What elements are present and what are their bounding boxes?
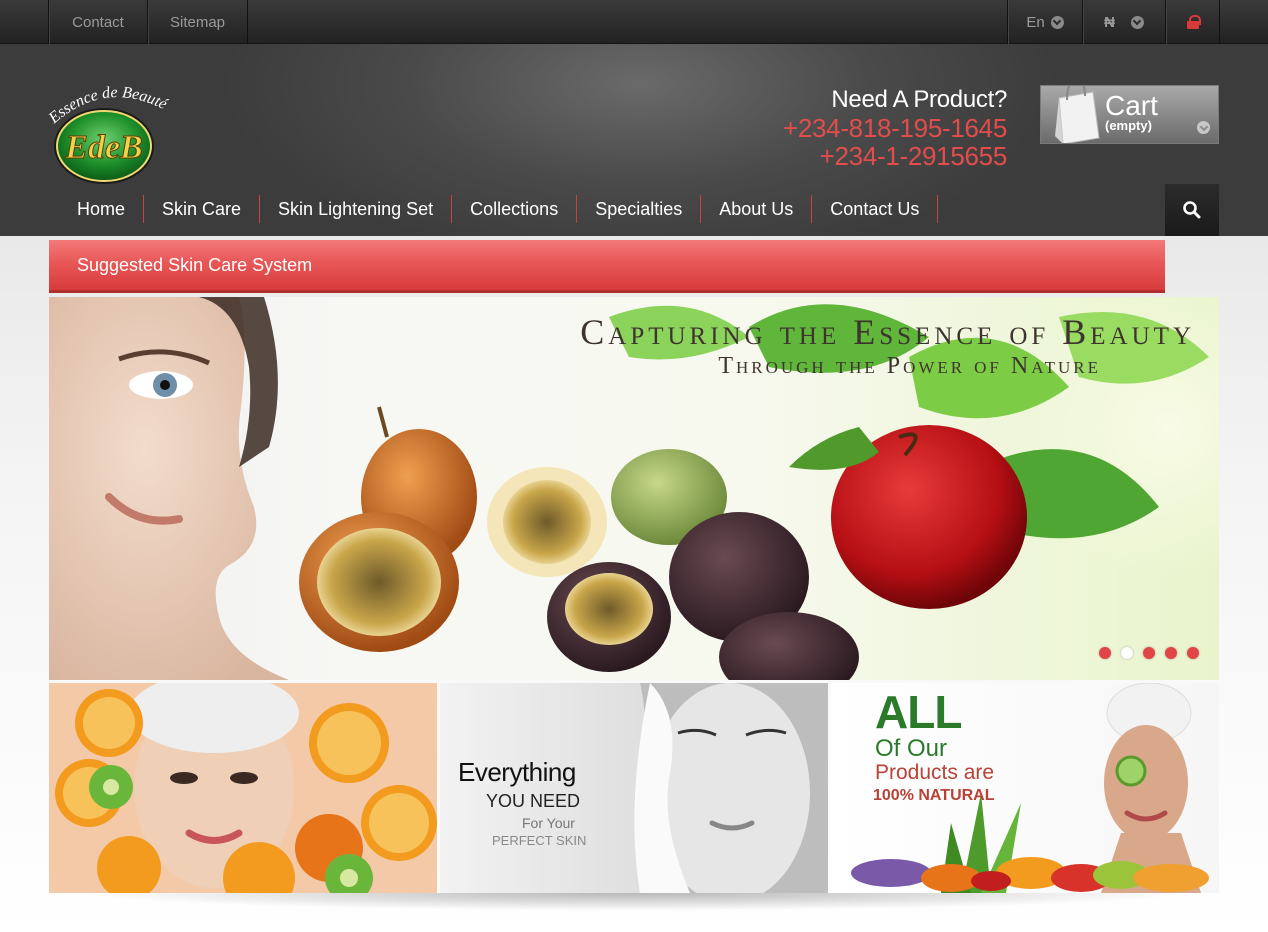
nav-item-contact-us[interactable]: Contact Us: [812, 195, 939, 223]
logo-monogram: EdeB: [64, 129, 142, 166]
cart-button[interactable]: Cart (empty): [1040, 85, 1219, 144]
slider-pagination: [1099, 647, 1199, 659]
slider-dot-3[interactable]: [1143, 647, 1155, 659]
hero-slider[interactable]: Capturing the Essence of Beauty Through …: [49, 297, 1219, 680]
fruit-mask-image: [49, 683, 437, 893]
tiles-shadow: [80, 893, 1188, 911]
tile-text-natural: 100% NATURAL: [873, 787, 995, 804]
nav-item-skin-lightening-set[interactable]: Skin Lightening Set: [260, 195, 453, 223]
face-portrait-image: [634, 683, 828, 893]
top-link-contact[interactable]: Contact: [48, 0, 147, 44]
tile-text-everything: Everything: [458, 757, 576, 787]
slider-dot-4[interactable]: [1165, 647, 1177, 659]
language-selector[interactable]: En: [1007, 0, 1082, 44]
slider-dot-5[interactable]: [1187, 647, 1199, 659]
nav-item-home[interactable]: Home: [48, 195, 145, 223]
top-utility-bar: Contact Sitemap En ₦: [0, 0, 1268, 44]
nav-item-collections[interactable]: Collections: [452, 195, 578, 223]
contact-block: Need A Product? +234-818-195-1645 +234-1…: [783, 86, 1007, 170]
nav-item-skin-care[interactable]: Skin Care: [144, 195, 261, 223]
chevron-down-icon: [1130, 15, 1144, 29]
shopping-bag-icon: [1055, 86, 1100, 143]
search-icon: [1183, 201, 1201, 219]
chevron-down-icon: [1197, 121, 1210, 134]
slider-dot-2[interactable]: [1121, 647, 1133, 659]
promo-tiles: Everything YOU NEED For Your PERFECT SKI…: [49, 683, 1219, 893]
site-logo[interactable]: Essence de Beauté EdeB: [48, 84, 178, 188]
phone-number-2[interactable]: +234-1-2915655: [783, 142, 1008, 170]
tile-text-for-your: For Your: [522, 815, 575, 831]
cart-status: (empty): [1105, 118, 1152, 133]
tile-text-all: ALL: [875, 686, 962, 738]
search-button[interactable]: [1165, 184, 1219, 236]
promo-tile-fruit-mask[interactable]: [49, 683, 437, 893]
currency-selector[interactable]: ₦: [1082, 0, 1165, 44]
chevron-down-icon: [1050, 15, 1064, 29]
currency-value: ₦: [1104, 13, 1115, 31]
nav-item-about-us[interactable]: About Us: [701, 195, 813, 223]
top-link-sitemap[interactable]: Sitemap: [147, 0, 248, 44]
tile-text-of-our: Of Our: [875, 735, 948, 762]
phone-number-1[interactable]: +234-818-195-1645: [783, 114, 1007, 142]
need-product-heading: Need A Product?: [831, 86, 1007, 113]
tile-text-products-are: Products are: [875, 761, 995, 784]
site-header: Essence de Beauté EdeB Need A Product? +…: [0, 44, 1268, 236]
hero-title: Capturing the Essence of Beauty: [580, 312, 1195, 352]
language-value: En: [1026, 13, 1045, 31]
slider-dot-1[interactable]: [1099, 647, 1111, 659]
tile-text-perfect-skin: PERFECT SKIN: [492, 833, 587, 848]
lock-icon: [1186, 15, 1201, 29]
tile-text-you-need: YOU NEED: [486, 791, 581, 811]
top-controls: En ₦: [1007, 0, 1220, 44]
login-button[interactable]: [1165, 0, 1220, 44]
nav-item-specialties[interactable]: Specialties: [577, 195, 702, 223]
promo-tile-natural[interactable]: ALL Of Our Products are 100% NATURAL: [831, 683, 1219, 893]
hero-subtitle: Through the Power of Nature: [718, 353, 1101, 379]
promo-tile-perfect-skin[interactable]: Everything YOU NEED For Your PERFECT SKI…: [440, 683, 828, 893]
top-links: Contact Sitemap: [48, 0, 248, 44]
main-nav: Home Skin Care Skin Lightening Set Colle…: [48, 182, 939, 236]
suggested-skin-care-bar[interactable]: Suggested Skin Care System: [49, 240, 1165, 293]
